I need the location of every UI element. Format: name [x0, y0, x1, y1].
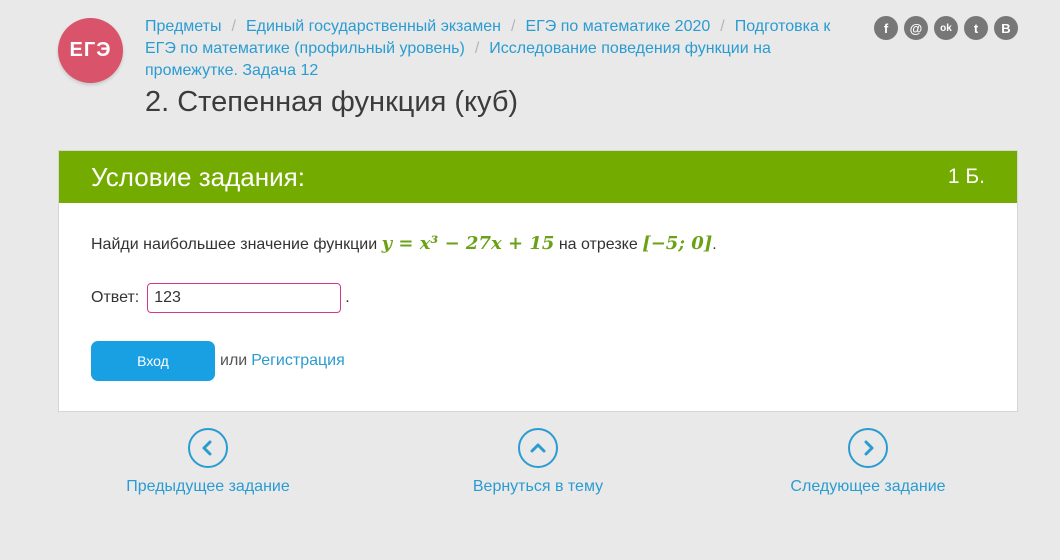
answer-row: Ответ: .	[91, 283, 350, 313]
chevron-left-icon	[188, 428, 228, 468]
task-statement: Найди наибольшее значение функции y = x³…	[91, 233, 717, 254]
breadcrumb-ege-math-2020[interactable]: ЕГЭ по математике 2020	[525, 18, 710, 35]
odnoklassniki-icon[interactable]: ok	[934, 16, 958, 40]
statement-end: .	[712, 236, 717, 253]
login-button[interactable]: Вход	[91, 341, 215, 381]
prev-task-link[interactable]: Предыдущее задание	[88, 428, 328, 496]
ege-logo[interactable]: ЕГЭ	[58, 18, 123, 83]
facebook-icon[interactable]: f	[874, 16, 898, 40]
interval-formula: [−5; 0]	[642, 233, 713, 254]
chevron-right-icon	[848, 428, 888, 468]
register-link[interactable]: Регистрация	[251, 352, 345, 370]
task-header: Условие задания: 1 Б.	[59, 151, 1017, 203]
breadcrumb-separator: /	[474, 40, 480, 57]
next-task-link[interactable]: Следующее задание	[748, 428, 988, 496]
task-card: Условие задания: 1 Б. Найди наибольшее з…	[58, 150, 1018, 412]
statement-text-middle: на отрезке	[558, 236, 638, 253]
back-to-topic-label: Вернуться в тему	[472, 478, 604, 495]
breadcrumb-separator: /	[720, 18, 725, 35]
next-task-label: Следующее задание	[790, 478, 946, 495]
statement-text: Найди наибольшее значение функции	[91, 236, 378, 253]
auth-row: Вход или Регистрация	[91, 341, 345, 381]
breadcrumb-ege[interactable]: Единый государственный экзамен	[246, 18, 501, 35]
function-formula: y = x³ − 27x + 15	[381, 233, 555, 254]
task-header-title: Условие задания:	[91, 161, 305, 192]
breadcrumb-separator: /	[511, 18, 516, 35]
task-points: 1 Б.	[947, 165, 985, 188]
or-text: или	[220, 352, 248, 369]
answer-input[interactable]	[147, 283, 342, 313]
mail-icon[interactable]: @	[904, 16, 928, 40]
twitter-icon[interactable]: t	[964, 16, 988, 40]
page-title: 2. Степенная функция (куб)	[145, 86, 519, 118]
chevron-up-icon	[518, 428, 558, 468]
social-share: f @ ok t B	[874, 16, 1018, 40]
answer-label: Ответ:	[91, 289, 140, 306]
prev-task-label: Предыдущее задание	[126, 478, 290, 495]
answer-suffix: .	[345, 289, 350, 306]
breadcrumb-separator: /	[231, 18, 236, 35]
breadcrumb: Предметы / Единый государственный экзамен /…	[145, 16, 865, 82]
breadcrumb-subjects[interactable]: Предметы	[145, 18, 221, 35]
vk-icon[interactable]: B	[994, 16, 1018, 40]
back-to-topic-link[interactable]: Вернуться в тему	[418, 428, 658, 496]
